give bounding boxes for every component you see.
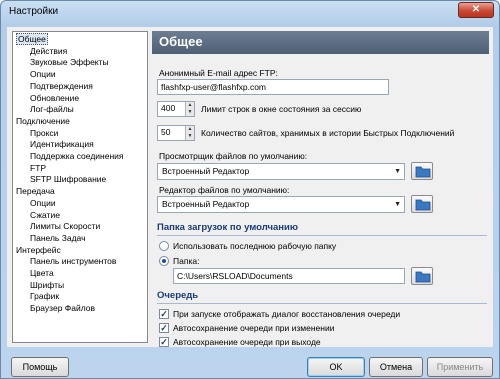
tree-item-label: FTP bbox=[30, 162, 47, 173]
title-bar: Настройки ✕ bbox=[1, 1, 499, 23]
settings-tree[interactable]: Общее Действия Звуковые Эффекты Опции Подтве… bbox=[12, 31, 148, 343]
radio-folder-label[interactable]: Папка: bbox=[173, 256, 199, 266]
tree-item[interactable]: Идентификация bbox=[30, 139, 94, 150]
tree-item[interactable]: Подтверждения bbox=[30, 81, 93, 92]
tree-item-label: Подключение bbox=[16, 115, 70, 126]
tree-item-label: SFTP Шифрование bbox=[30, 174, 107, 185]
queue-section-heading: Очередь bbox=[157, 290, 487, 304]
tree-item[interactable]: FTP bbox=[30, 163, 46, 174]
tree-item[interactable]: Панель Задач bbox=[30, 233, 86, 244]
tree-item-label: Шрифты bbox=[30, 279, 65, 290]
check-restore[interactable]: ✓ bbox=[159, 309, 169, 319]
tree-item[interactable]: SFTP Шифрование bbox=[30, 174, 106, 185]
tree-item[interactable]: Лимиты Скорости bbox=[30, 221, 100, 232]
chevron-down-icon: ▼ bbox=[394, 201, 401, 208]
tree-item[interactable]: Лог-файлы bbox=[30, 104, 74, 115]
spin-up-icon[interactable]: ▲ bbox=[185, 102, 194, 109]
check-autosave-exit[interactable]: ✓ bbox=[159, 337, 169, 347]
close-icon[interactable]: ✕ bbox=[472, 4, 480, 15]
folder-icon bbox=[415, 199, 431, 211]
check-autosave-change[interactable]: ✓ bbox=[159, 323, 169, 333]
history-value: 50 bbox=[161, 127, 171, 137]
spin-up-icon[interactable]: ▲ bbox=[185, 126, 194, 133]
radio-last-folder[interactable] bbox=[159, 241, 169, 251]
editor-browse-button[interactable] bbox=[411, 195, 433, 213]
tree-item[interactable]: Опции bbox=[30, 198, 56, 209]
tree-item[interactable]: Шрифты bbox=[30, 280, 64, 291]
window-title: Настройки bbox=[9, 6, 59, 17]
tree-item-label: Подтверждения bbox=[30, 80, 93, 91]
folder-icon bbox=[415, 271, 431, 283]
check-restore-label[interactable]: При запуске отображать диалог восстановл… bbox=[173, 309, 400, 319]
tree-item-label: Лог-файлы bbox=[30, 104, 74, 115]
tree-item[interactable]: Звуковые Эффекты bbox=[30, 57, 109, 68]
history-spinner[interactable]: 50 ▲ ▼ bbox=[157, 125, 195, 141]
close-button[interactable]: ✕ bbox=[458, 2, 494, 18]
tree-item[interactable]: Панель инструментов bbox=[30, 256, 116, 267]
editor-value: Встроенный Редактор bbox=[162, 199, 250, 209]
tree-item-label: Интерфейс bbox=[16, 244, 61, 255]
spin-down-icon[interactable]: ▼ bbox=[185, 133, 194, 140]
apply-button[interactable]: Применить bbox=[427, 357, 493, 377]
tree-item[interactable]: Передача bbox=[16, 186, 55, 197]
tree-item[interactable]: Поддержка соединения bbox=[30, 151, 124, 162]
tree-item-label: Панель Задач bbox=[30, 232, 86, 243]
tree-item[interactable]: Прокси bbox=[30, 128, 58, 139]
downloads-section-heading: Папка загрузок по умолчанию bbox=[157, 222, 487, 236]
check-autosave-change-label[interactable]: Автосохранение очереди при изменении bbox=[173, 323, 334, 333]
anon-email-label: Анонимный E-mail адрес FTP: bbox=[159, 68, 278, 78]
viewer-value: Встроенный Редактор bbox=[162, 166, 250, 176]
tree-item[interactable]: Сжатие bbox=[30, 210, 60, 221]
panel-header: Общее bbox=[152, 31, 489, 54]
folder-path-field[interactable]: C:\Users\RSLOAD\Documents bbox=[173, 268, 405, 284]
cancel-button[interactable]: Отмена bbox=[369, 357, 423, 377]
status-limit-label: Лимит строк в окне состояния за сессию bbox=[201, 104, 362, 114]
settings-window: Настройки ✕ Общее Действия Звуковые Эффект… bbox=[0, 0, 500, 379]
folder-browse-button[interactable] bbox=[411, 267, 433, 285]
tree-item-label: Панель инструментов bbox=[30, 256, 117, 267]
tree-item-label: Звуковые Эффекты bbox=[30, 57, 109, 68]
tree-item-label: Сжатие bbox=[30, 209, 60, 220]
tree-item-label: Браузер Файлов bbox=[30, 303, 96, 314]
tree-item[interactable]: Интерфейс bbox=[16, 245, 61, 256]
tree-item[interactable]: Опции bbox=[30, 69, 56, 80]
editor-label: Редактор файлов по умолчанию: bbox=[159, 185, 290, 195]
editor-select[interactable]: Встроенный Редактор ▼ bbox=[157, 196, 405, 213]
tree-item-label: Прокси bbox=[30, 127, 59, 138]
tree-item-label: Опции bbox=[30, 69, 56, 80]
chevron-down-icon: ▼ bbox=[394, 168, 401, 175]
check-autosave-exit-label[interactable]: Автосохранение очереди при выходе bbox=[173, 337, 321, 347]
tree-item-label: Идентификация bbox=[30, 139, 94, 150]
ok-button[interactable]: OK bbox=[307, 357, 365, 377]
tree-item[interactable]: График bbox=[30, 291, 59, 302]
tree-item-label: Поддержка соединения bbox=[30, 151, 124, 161]
tree-item-label: Действия bbox=[30, 45, 68, 56]
tree-item[interactable]: Браузер Файлов bbox=[30, 303, 95, 314]
viewer-label: Просмотрщик файлов по умолчанию: bbox=[159, 151, 308, 161]
tree-item-label: Передача bbox=[16, 186, 55, 197]
spin-down-icon[interactable]: ▼ bbox=[185, 109, 194, 116]
status-limit-value: 400 bbox=[161, 103, 176, 113]
tree-item-label: Опции bbox=[30, 197, 56, 208]
tree-item[interactable]: Общее bbox=[16, 33, 48, 45]
dialog-client-area: Общее Действия Звуковые Эффекты Опции Подтве… bbox=[7, 27, 493, 347]
tree-item[interactable]: Обновление bbox=[30, 93, 79, 104]
tree-item-label: Лимиты Скорости bbox=[30, 221, 101, 232]
radio-last-folder-label[interactable]: Использовать последнюю рабочую папку bbox=[173, 241, 336, 251]
folder-icon bbox=[415, 166, 431, 178]
anon-email-field[interactable]: flashfxp-user@flashfxp.com bbox=[157, 79, 389, 95]
viewer-browse-button[interactable] bbox=[411, 162, 433, 180]
status-limit-spinner[interactable]: 400 ▲ ▼ bbox=[157, 101, 195, 117]
history-label: Количество сайтов, хранимых в истории Бы… bbox=[201, 128, 455, 138]
tree-item-label: Обновление bbox=[30, 92, 80, 103]
help-button[interactable]: Помощь bbox=[11, 357, 69, 377]
viewer-select[interactable]: Встроенный Редактор ▼ bbox=[157, 163, 405, 180]
radio-folder[interactable] bbox=[159, 256, 169, 266]
tree-item-label: График bbox=[30, 291, 60, 302]
tree-item[interactable]: Подключение bbox=[16, 116, 70, 127]
tree-item[interactable]: Цвета bbox=[30, 268, 54, 279]
tree-item-label: Цвета bbox=[30, 268, 54, 278]
tree-item[interactable]: Действия bbox=[30, 46, 67, 57]
tree-item-label: Общее bbox=[16, 33, 48, 45]
